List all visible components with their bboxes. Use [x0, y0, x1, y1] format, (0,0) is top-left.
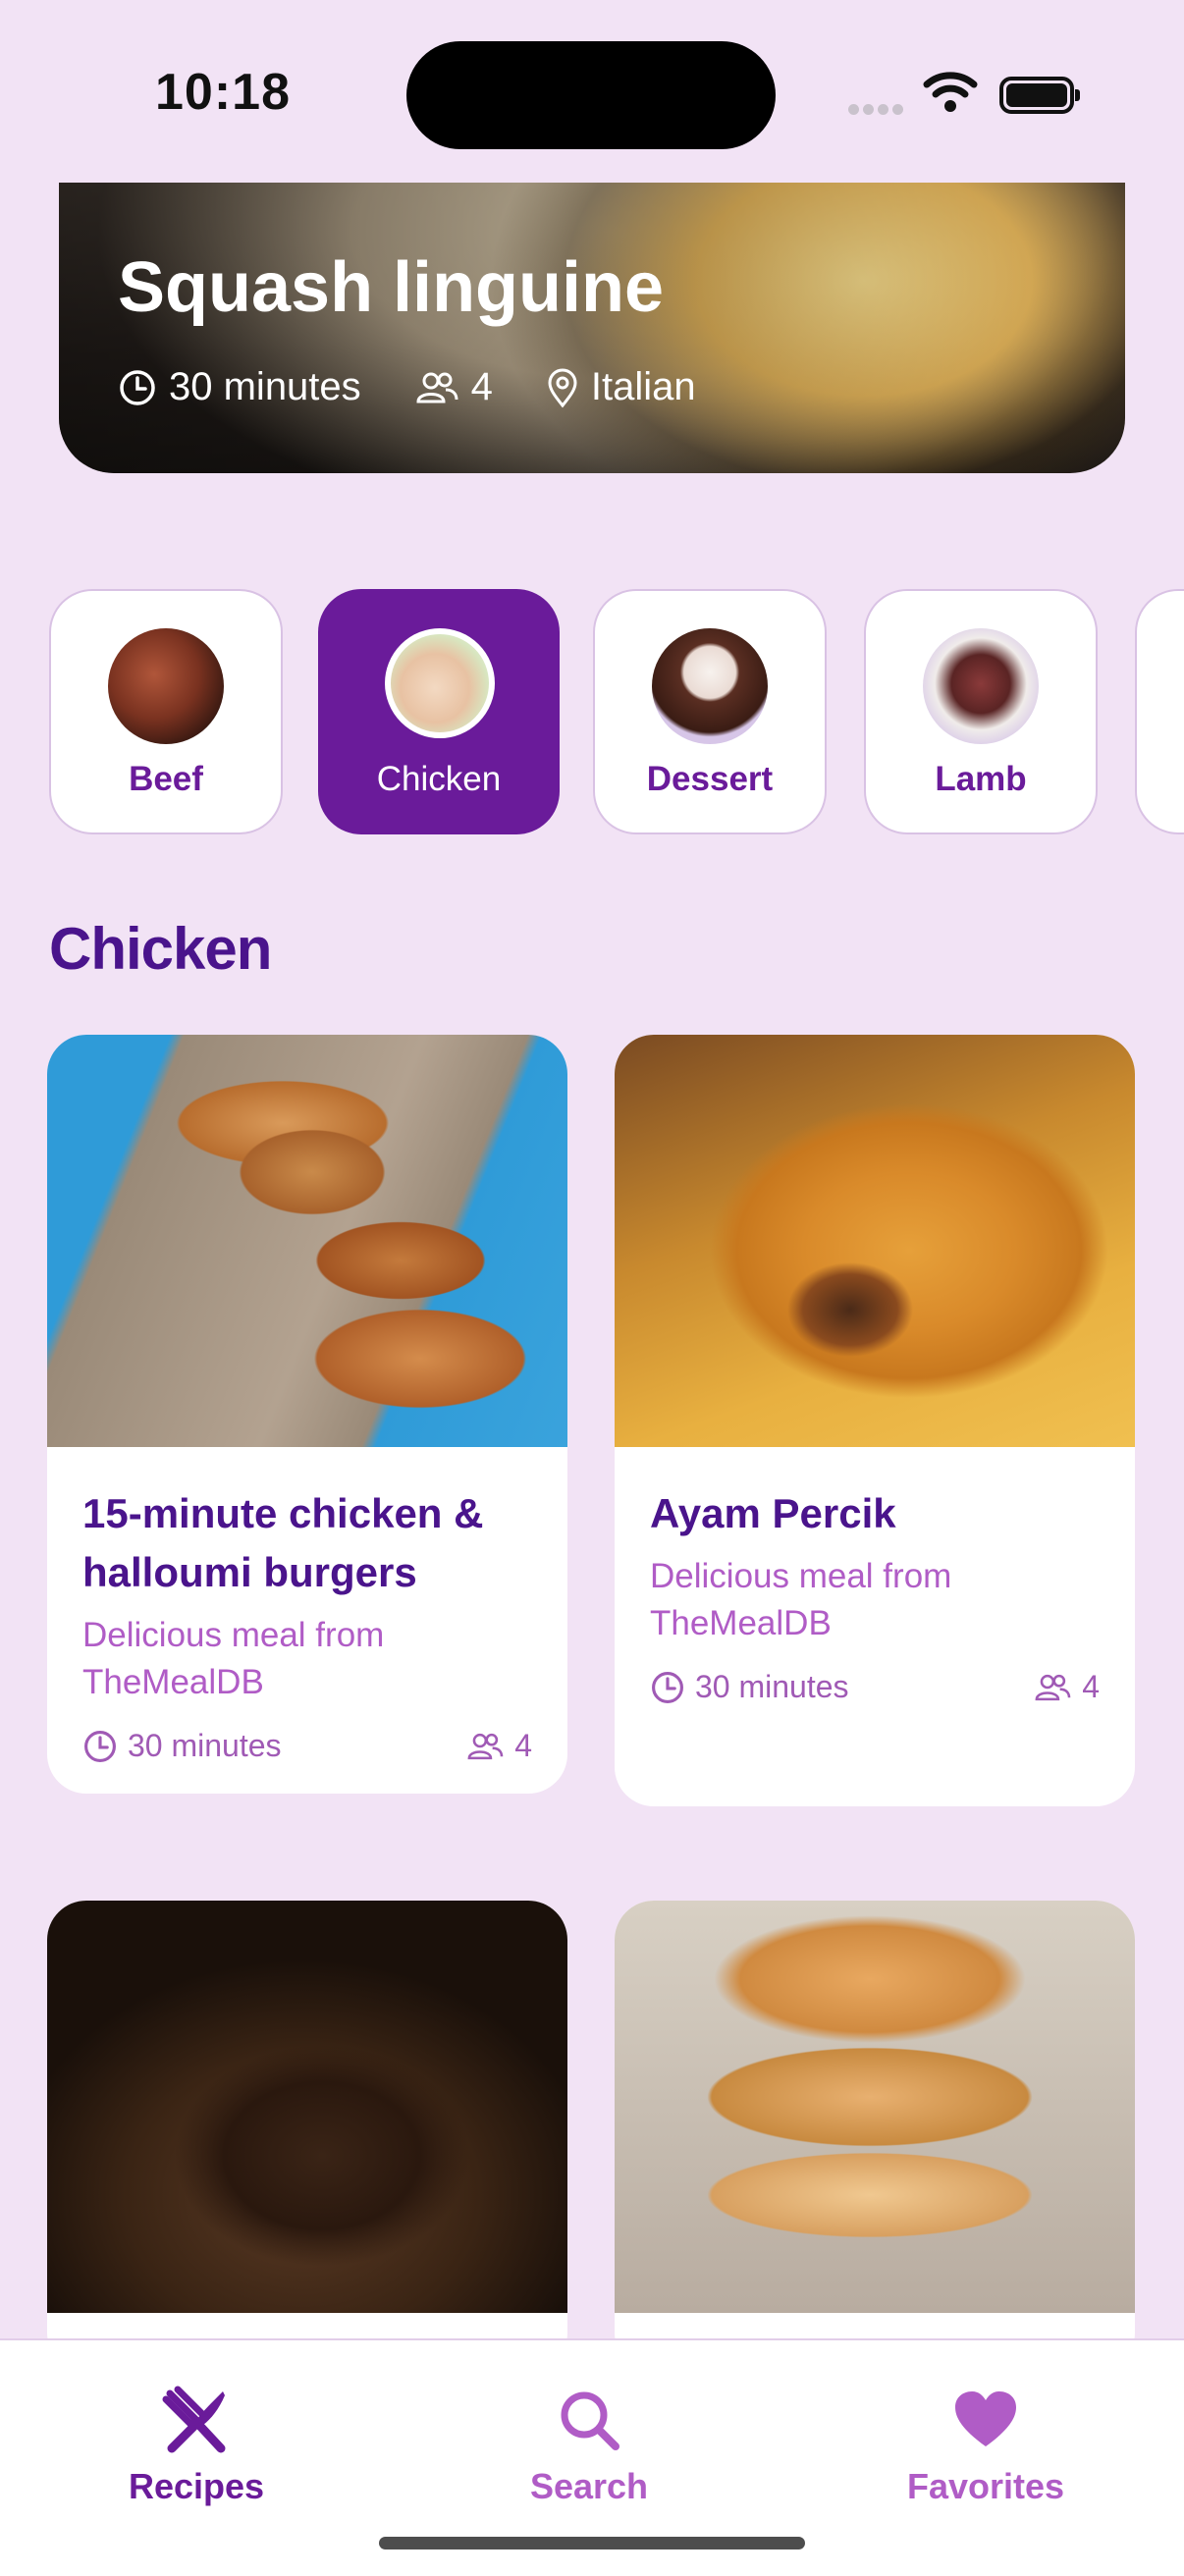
featured-recipe-servings: 4 — [470, 365, 493, 408]
recipe-image — [47, 1901, 567, 2313]
recipe-subtitle: Delicious meal from TheMealDB — [82, 1616, 385, 1701]
status-bar: 10:18 — [0, 0, 1184, 187]
battery-icon — [999, 77, 1080, 114]
category-chicken[interactable]: Chicken — [318, 589, 560, 834]
recipe-card[interactable]: Ayam Percik Delicious meal from TheMealD… — [615, 1035, 1135, 1806]
beef-thumbnail — [108, 628, 224, 744]
recipe-card[interactable] — [47, 1901, 567, 2372]
section-title: Chicken — [49, 916, 272, 982]
category-label: Beef — [129, 760, 203, 798]
tab-favorites[interactable]: Favorites — [838, 2386, 1133, 2507]
recipe-image — [47, 1035, 567, 1447]
featured-recipe-time: 30 minutes — [169, 365, 361, 408]
cellular-signal-icon — [848, 102, 907, 120]
featured-recipe-meta: 30 minutes 4 Italian — [118, 365, 735, 409]
featured-recipe-banner[interactable]: Squash linguine 30 minutes 4 Italian — [59, 183, 1125, 473]
chicken-thumbnail — [385, 628, 495, 738]
recipe-card[interactable] — [615, 1901, 1135, 2372]
clock-icon — [652, 1671, 683, 1703]
category-lamb[interactable]: Lamb — [864, 589, 1098, 834]
recipe-subtitle: Delicious meal from TheMealDB — [650, 1557, 952, 1642]
lamb-thumbnail — [923, 628, 1039, 744]
heart-icon — [955, 2391, 1016, 2446]
people-icon — [467, 1733, 504, 1759]
people-icon — [1035, 1674, 1071, 1700]
recipe-servings: 4 — [1082, 1669, 1100, 1704]
fork-knife-icon — [162, 2386, 226, 2453]
category-dessert[interactable]: Dessert — [593, 589, 827, 834]
tab-favorites-label: Favorites — [906, 2466, 1065, 2506]
status-time: 10:18 — [155, 64, 291, 121]
recipe-title: Ayam Percik — [650, 1490, 896, 1536]
featured-recipe-cuisine: Italian — [590, 365, 696, 408]
clock-icon — [120, 369, 155, 405]
tab-search[interactable]: Search — [442, 2386, 736, 2507]
recipe-image — [615, 1035, 1135, 1447]
dynamic-island — [406, 41, 776, 149]
home-indicator[interactable] — [379, 2537, 805, 2549]
category-label: Chicken — [376, 760, 502, 798]
wifi-icon — [923, 72, 978, 112]
recipe-card[interactable]: 15-minute chicken & halloumi burgers Del… — [47, 1035, 567, 1794]
recipe-servings: 4 — [514, 1728, 532, 1763]
category-carousel[interactable]: Beef Chicken Dessert Lamb — [47, 589, 1184, 840]
featured-recipe-title: Squash linguine — [118, 248, 665, 327]
location-pin-icon — [548, 368, 577, 407]
clock-icon — [84, 1730, 116, 1762]
search-icon — [561, 2391, 619, 2450]
tab-recipes[interactable]: Recipes — [49, 2386, 344, 2507]
recipe-title: 15-minute chicken & halloumi burgers — [82, 1490, 484, 1595]
category-label: Lamb — [935, 760, 1027, 798]
tab-search-label: Search — [529, 2466, 649, 2506]
recipe-time: 30 minutes — [695, 1669, 849, 1704]
dessert-thumbnail — [652, 628, 768, 744]
category-label: Dessert — [646, 760, 774, 798]
recipe-image — [615, 1901, 1135, 2313]
category-beef[interactable]: Beef — [49, 589, 283, 834]
recipe-time: 30 minutes — [128, 1728, 282, 1763]
category-partial[interactable] — [1135, 589, 1184, 834]
tab-recipes-label: Recipes — [128, 2466, 265, 2506]
people-icon — [416, 372, 458, 402]
